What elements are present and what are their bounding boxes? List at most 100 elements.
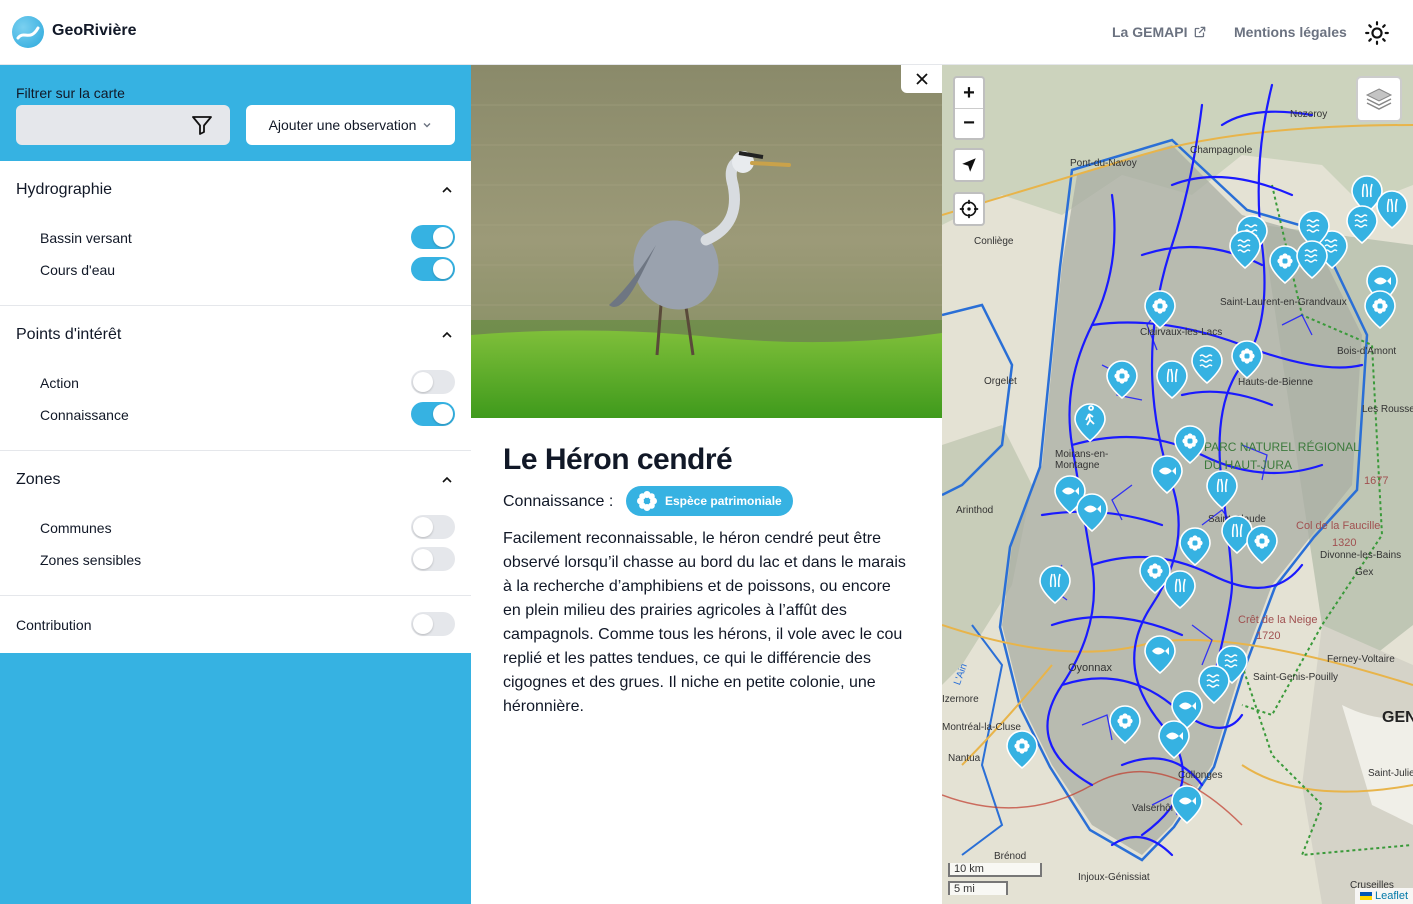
- map-marker-reeds[interactable]: [1221, 515, 1253, 554]
- chevron-up-icon[interactable]: [440, 473, 454, 487]
- toggle-label-connaissance: Connaissance: [40, 407, 129, 423]
- top-bar: GeoRivière La GEMAPI Mentions légales: [0, 0, 1413, 65]
- map-marker-reeds[interactable]: [1039, 565, 1071, 604]
- map-marker-waves[interactable]: [1229, 230, 1261, 269]
- map-marker-flower[interactable]: [1269, 245, 1301, 284]
- category-label: Connaissance :: [503, 493, 614, 510]
- filter-icon[interactable]: [190, 113, 214, 137]
- sidebar: Filtrer sur la carte Ajouter une observa…: [0, 65, 471, 904]
- section-points-interet: Points d'intérêt Action Connaissance: [0, 306, 471, 451]
- toggle-label-bassin-versant: Bassin versant: [40, 230, 132, 246]
- toggle-label-action: Action: [40, 375, 79, 391]
- crosshair-icon: [959, 199, 979, 219]
- map-marker-flower[interactable]: [1174, 425, 1206, 464]
- sun-icon: [1365, 21, 1389, 45]
- toggle-zones-sensibles[interactable]: [411, 547, 455, 571]
- toggle-label-contribution: Contribution: [16, 617, 92, 633]
- toggle-action[interactable]: [411, 370, 455, 394]
- section-contribution: Contribution: [0, 596, 471, 653]
- zoom-in-button[interactable]: +: [955, 78, 983, 108]
- scale-mi: 5 mi: [948, 881, 1008, 895]
- chevron-down-icon: [423, 123, 431, 128]
- legal-notice-link[interactable]: Mentions légales: [1234, 24, 1347, 40]
- map-marker-waves[interactable]: [1191, 345, 1223, 384]
- map-marker-fish[interactable]: [1158, 720, 1190, 759]
- detail-title: Le Héron cendré: [503, 443, 733, 476]
- section-title[interactable]: Points d'intérêt: [16, 326, 121, 344]
- toggle-knob: [413, 614, 433, 634]
- layers-panel: Hydrographie Bassin versant Cours d'eau …: [0, 161, 471, 653]
- toggle-cours-d-eau[interactable]: [411, 257, 455, 281]
- map-marker-waves[interactable]: [1198, 665, 1230, 704]
- add-observation-button[interactable]: Ajouter une observation: [246, 105, 455, 145]
- section-title[interactable]: Zones: [16, 471, 60, 489]
- zoom-out-button[interactable]: −: [955, 108, 983, 138]
- detail-description: Facilement reconnaissable, le héron cend…: [503, 530, 906, 715]
- theme-toggle-button[interactable]: [1364, 20, 1390, 46]
- section-hydrographie: Hydrographie Bassin versant Cours d'eau: [0, 161, 471, 306]
- close-icon: [915, 73, 928, 85]
- add-observation-label: Ajouter une observation: [268, 117, 417, 133]
- toggle-bassin-versant[interactable]: [411, 225, 455, 249]
- app-name[interactable]: GeoRivière: [52, 22, 136, 40]
- map-marker-flower[interactable]: [1144, 290, 1176, 329]
- map-marker-fish[interactable]: [1076, 493, 1108, 532]
- map-marker-reeds[interactable]: [1156, 360, 1188, 399]
- map-marker-reeds[interactable]: [1376, 190, 1408, 229]
- toggle-connaissance[interactable]: [411, 402, 455, 426]
- toggle-contribution[interactable]: [411, 612, 455, 636]
- chevron-up-icon[interactable]: [440, 183, 454, 197]
- gemapi-link[interactable]: La GEMAPI: [1112, 24, 1207, 40]
- map-marker-reeds[interactable]: [1164, 570, 1196, 609]
- map-marker-flower[interactable]: [1109, 705, 1141, 744]
- close-button[interactable]: [901, 65, 942, 93]
- toggle-label-communes: Communes: [40, 520, 112, 536]
- detail-panel: Le Héron cendré Connaissance : Espèce pa…: [471, 65, 942, 904]
- map-marker-fish[interactable]: [1151, 455, 1183, 494]
- map-marker-flower[interactable]: [1179, 527, 1211, 566]
- map-marker-flower[interactable]: [1246, 525, 1278, 564]
- scale-km: 10 km: [948, 863, 1042, 877]
- section-title[interactable]: Hydrographie: [16, 181, 112, 199]
- map-marker-fish[interactable]: [1144, 635, 1176, 674]
- map-marker-waves[interactable]: [1296, 240, 1328, 279]
- gemapi-link-label: La GEMAPI: [1112, 24, 1188, 40]
- layers-icon: [1365, 88, 1393, 110]
- toggle-knob: [433, 404, 453, 424]
- category-badge-label: Espèce patrimoniale: [665, 494, 782, 508]
- map-attribution[interactable]: Leaflet: [1354, 888, 1413, 904]
- toggle-knob: [433, 259, 453, 279]
- toggle-knob: [413, 517, 433, 537]
- ukraine-flag-icon: [1359, 892, 1372, 900]
- map-marker-flower[interactable]: [1364, 290, 1396, 329]
- map[interactable]: Nozeroy Champagnole Pont-du-Navoy Conliè…: [942, 65, 1413, 904]
- filter-label: Filtrer sur la carte: [16, 85, 125, 101]
- category-badge[interactable]: Espèce patrimoniale: [626, 486, 793, 516]
- locate-button[interactable]: [953, 148, 985, 182]
- map-marker-flower[interactable]: [1106, 360, 1138, 399]
- chevron-up-icon[interactable]: [440, 328, 454, 342]
- map-marker-fish[interactable]: [1171, 785, 1203, 824]
- zoom-control: + −: [953, 76, 985, 140]
- layer-switcher-button[interactable]: [1356, 76, 1402, 122]
- heron-photo: [471, 65, 942, 418]
- map-marker-waves[interactable]: [1346, 205, 1378, 244]
- attribution-link[interactable]: Leaflet: [1375, 890, 1408, 902]
- map-marker-reeds[interactable]: [1206, 470, 1238, 509]
- section-zones: Zones Communes Zones sensibles: [0, 451, 471, 596]
- toggle-knob: [413, 549, 433, 569]
- crosshair-button[interactable]: [953, 192, 985, 226]
- app-logo[interactable]: [12, 16, 44, 48]
- map-marker-flower[interactable]: [1231, 340, 1263, 379]
- external-link-icon: [1195, 26, 1206, 38]
- toggle-communes[interactable]: [411, 515, 455, 539]
- map-marker-action[interactable]: [1074, 403, 1106, 442]
- toggle-label-zones-sensibles: Zones sensibles: [40, 552, 142, 568]
- flower-icon: [637, 491, 657, 511]
- toggle-knob: [433, 227, 453, 247]
- points-of-interest-markers[interactable]: [942, 65, 1413, 904]
- navigation-arrow-icon: [962, 158, 976, 172]
- map-marker-flower[interactable]: [1006, 730, 1038, 769]
- toggle-knob: [413, 372, 433, 392]
- toggle-label-cours-d-eau: Cours d'eau: [40, 262, 116, 278]
